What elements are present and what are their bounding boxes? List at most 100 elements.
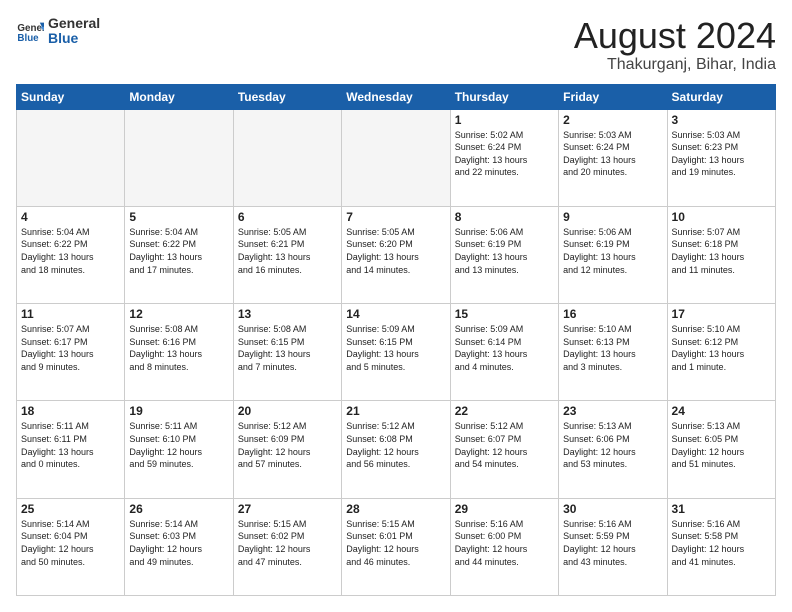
day-cell: 7Sunrise: 5:05 AM Sunset: 6:20 PM Daylig… xyxy=(342,206,450,303)
day-info: Sunrise: 5:12 AM Sunset: 6:07 PM Dayligh… xyxy=(455,420,554,470)
day-number: 28 xyxy=(346,502,445,516)
week-row-4: 18 Sunrise: 5:11 AM Sunset: 6:11 PM Dayli… xyxy=(17,401,776,498)
day-info: Sunrise: 5:16 AM Sunset: 5:58 PM Dayligh… xyxy=(672,518,771,568)
day-cell: 28 Sunrise: 5:15 AM Sunset: 6:01 PM Dayli… xyxy=(342,498,450,595)
day-number: 10 xyxy=(672,210,771,224)
day-number: 14 xyxy=(346,307,445,321)
day-cell: 4 Sunrise: 5:04 AM Sunset: 6:22 PM Daylig… xyxy=(17,206,125,303)
day-number: 27 xyxy=(238,502,337,516)
day-cell: 20 Sunrise: 5:12 AM Sunset: 6:09 PM Dayli… xyxy=(233,401,341,498)
day-number: 22 xyxy=(455,404,554,418)
day-cell: 6 Sunrise: 5:05 AM Sunset: 6:21 PM Daylig… xyxy=(233,206,341,303)
day-cell: 16Sunrise: 5:10 AM Sunset: 6:13 PM Dayli… xyxy=(559,304,667,401)
day-number: 2 xyxy=(563,113,662,127)
day-number: 3 xyxy=(672,113,771,127)
weekday-header-tuesday: Tuesday xyxy=(233,84,341,109)
weekday-header-thursday: Thursday xyxy=(450,84,558,109)
day-number: 6 xyxy=(238,210,337,224)
day-info: Sunrise: 5:03 AM Sunset: 6:23 PM Dayligh… xyxy=(672,129,771,179)
day-info: Sunrise: 5:02 AM Sunset: 6:24 PM Dayligh… xyxy=(455,129,554,179)
day-cell xyxy=(125,109,233,206)
weekday-header-friday: Friday xyxy=(559,84,667,109)
day-number: 29 xyxy=(455,502,554,516)
day-number: 12 xyxy=(129,307,228,321)
title-month: August 2024 xyxy=(574,16,776,56)
day-cell: 30 Sunrise: 5:16 AM Sunset: 5:59 PM Dayli… xyxy=(559,498,667,595)
day-cell: 14 Sunrise: 5:09 AM Sunset: 6:15 PM Dayli… xyxy=(342,304,450,401)
svg-text:Blue: Blue xyxy=(17,33,39,44)
day-info: Sunrise: 5:04 AM Sunset: 6:22 PM Dayligh… xyxy=(21,226,120,276)
title-location: Thakurganj, Bihar, India xyxy=(574,56,776,74)
day-cell: 27 Sunrise: 5:15 AM Sunset: 6:02 PM Dayli… xyxy=(233,498,341,595)
day-info: Sunrise: 5:12 AM Sunset: 6:09 PM Dayligh… xyxy=(238,420,337,470)
day-cell xyxy=(342,109,450,206)
day-number: 8 xyxy=(455,210,554,224)
weekday-header-saturday: Saturday xyxy=(667,84,775,109)
week-row-1: 1Sunrise: 5:02 AM Sunset: 6:24 PM Daylig… xyxy=(17,109,776,206)
day-number: 9 xyxy=(563,210,662,224)
day-number: 21 xyxy=(346,404,445,418)
day-cell: 19 Sunrise: 5:11 AM Sunset: 6:10 PM Dayli… xyxy=(125,401,233,498)
logo: General Blue General Blue xyxy=(16,16,100,47)
day-info: Sunrise: 5:11 AM Sunset: 6:11 PM Dayligh… xyxy=(21,420,120,470)
day-cell: 24 Sunrise: 5:13 AM Sunset: 6:05 PM Dayli… xyxy=(667,401,775,498)
day-info: Sunrise: 5:05 AM Sunset: 6:21 PM Dayligh… xyxy=(238,226,337,276)
day-number: 5 xyxy=(129,210,228,224)
day-number: 20 xyxy=(238,404,337,418)
day-cell: 15Sunrise: 5:09 AM Sunset: 6:14 PM Dayli… xyxy=(450,304,558,401)
day-info: Sunrise: 5:07 AM Sunset: 6:18 PM Dayligh… xyxy=(672,226,771,276)
day-cell: 10 Sunrise: 5:07 AM Sunset: 6:18 PM Dayli… xyxy=(667,206,775,303)
day-info: Sunrise: 5:16 AM Sunset: 6:00 PM Dayligh… xyxy=(455,518,554,568)
day-info: Sunrise: 5:06 AM Sunset: 6:19 PM Dayligh… xyxy=(563,226,662,276)
weekday-header-row: SundayMondayTuesdayWednesdayThursdayFrid… xyxy=(17,84,776,109)
day-number: 4 xyxy=(21,210,120,224)
weekday-header-monday: Monday xyxy=(125,84,233,109)
day-cell: 11Sunrise: 5:07 AM Sunset: 6:17 PM Dayli… xyxy=(17,304,125,401)
day-cell: 25Sunrise: 5:14 AM Sunset: 6:04 PM Dayli… xyxy=(17,498,125,595)
day-info: Sunrise: 5:15 AM Sunset: 6:01 PM Dayligh… xyxy=(346,518,445,568)
day-info: Sunrise: 5:11 AM Sunset: 6:10 PM Dayligh… xyxy=(129,420,228,470)
day-info: Sunrise: 5:15 AM Sunset: 6:02 PM Dayligh… xyxy=(238,518,337,568)
day-number: 18 xyxy=(21,404,120,418)
day-number: 24 xyxy=(672,404,771,418)
day-info: Sunrise: 5:13 AM Sunset: 6:06 PM Dayligh… xyxy=(563,420,662,470)
day-info: Sunrise: 5:06 AM Sunset: 6:19 PM Dayligh… xyxy=(455,226,554,276)
day-number: 11 xyxy=(21,307,120,321)
day-info: Sunrise: 5:10 AM Sunset: 6:12 PM Dayligh… xyxy=(672,323,771,373)
weekday-header-sunday: Sunday xyxy=(17,84,125,109)
week-row-3: 11Sunrise: 5:07 AM Sunset: 6:17 PM Dayli… xyxy=(17,304,776,401)
weekday-header-wednesday: Wednesday xyxy=(342,84,450,109)
week-row-5: 25Sunrise: 5:14 AM Sunset: 6:04 PM Dayli… xyxy=(17,498,776,595)
day-cell: 29 Sunrise: 5:16 AM Sunset: 6:00 PM Dayli… xyxy=(450,498,558,595)
day-info: Sunrise: 5:10 AM Sunset: 6:13 PM Dayligh… xyxy=(563,323,662,373)
day-info: Sunrise: 5:14 AM Sunset: 6:04 PM Dayligh… xyxy=(21,518,120,568)
day-info: Sunrise: 5:08 AM Sunset: 6:16 PM Dayligh… xyxy=(129,323,228,373)
day-number: 30 xyxy=(563,502,662,516)
day-cell: 22 Sunrise: 5:12 AM Sunset: 6:07 PM Dayli… xyxy=(450,401,558,498)
day-info: Sunrise: 5:09 AM Sunset: 6:15 PM Dayligh… xyxy=(346,323,445,373)
title-block: August 2024 Thakurganj, Bihar, India xyxy=(574,16,776,74)
day-cell: 17 Sunrise: 5:10 AM Sunset: 6:12 PM Dayli… xyxy=(667,304,775,401)
day-number: 15 xyxy=(455,307,554,321)
day-info: Sunrise: 5:16 AM Sunset: 5:59 PM Dayligh… xyxy=(563,518,662,568)
day-cell: 3 Sunrise: 5:03 AM Sunset: 6:23 PM Daylig… xyxy=(667,109,775,206)
day-cell: 13Sunrise: 5:08 AM Sunset: 6:15 PM Dayli… xyxy=(233,304,341,401)
day-cell: 23Sunrise: 5:13 AM Sunset: 6:06 PM Dayli… xyxy=(559,401,667,498)
day-cell: 9 Sunrise: 5:06 AM Sunset: 6:19 PM Daylig… xyxy=(559,206,667,303)
day-number: 19 xyxy=(129,404,228,418)
day-info: Sunrise: 5:04 AM Sunset: 6:22 PM Dayligh… xyxy=(129,226,228,276)
day-cell xyxy=(17,109,125,206)
day-cell: 2 Sunrise: 5:03 AM Sunset: 6:24 PM Daylig… xyxy=(559,109,667,206)
logo-general-text: General xyxy=(48,16,100,31)
day-cell: 1Sunrise: 5:02 AM Sunset: 6:24 PM Daylig… xyxy=(450,109,558,206)
calendar-table: SundayMondayTuesdayWednesdayThursdayFrid… xyxy=(16,84,776,596)
day-cell: 5 Sunrise: 5:04 AM Sunset: 6:22 PM Daylig… xyxy=(125,206,233,303)
day-info: Sunrise: 5:13 AM Sunset: 6:05 PM Dayligh… xyxy=(672,420,771,470)
day-cell xyxy=(233,109,341,206)
day-cell: 12 Sunrise: 5:08 AM Sunset: 6:16 PM Dayli… xyxy=(125,304,233,401)
header: General Blue General Blue August 2024 Th… xyxy=(16,16,776,74)
day-info: Sunrise: 5:03 AM Sunset: 6:24 PM Dayligh… xyxy=(563,129,662,179)
day-number: 17 xyxy=(672,307,771,321)
day-number: 7 xyxy=(346,210,445,224)
day-number: 26 xyxy=(129,502,228,516)
